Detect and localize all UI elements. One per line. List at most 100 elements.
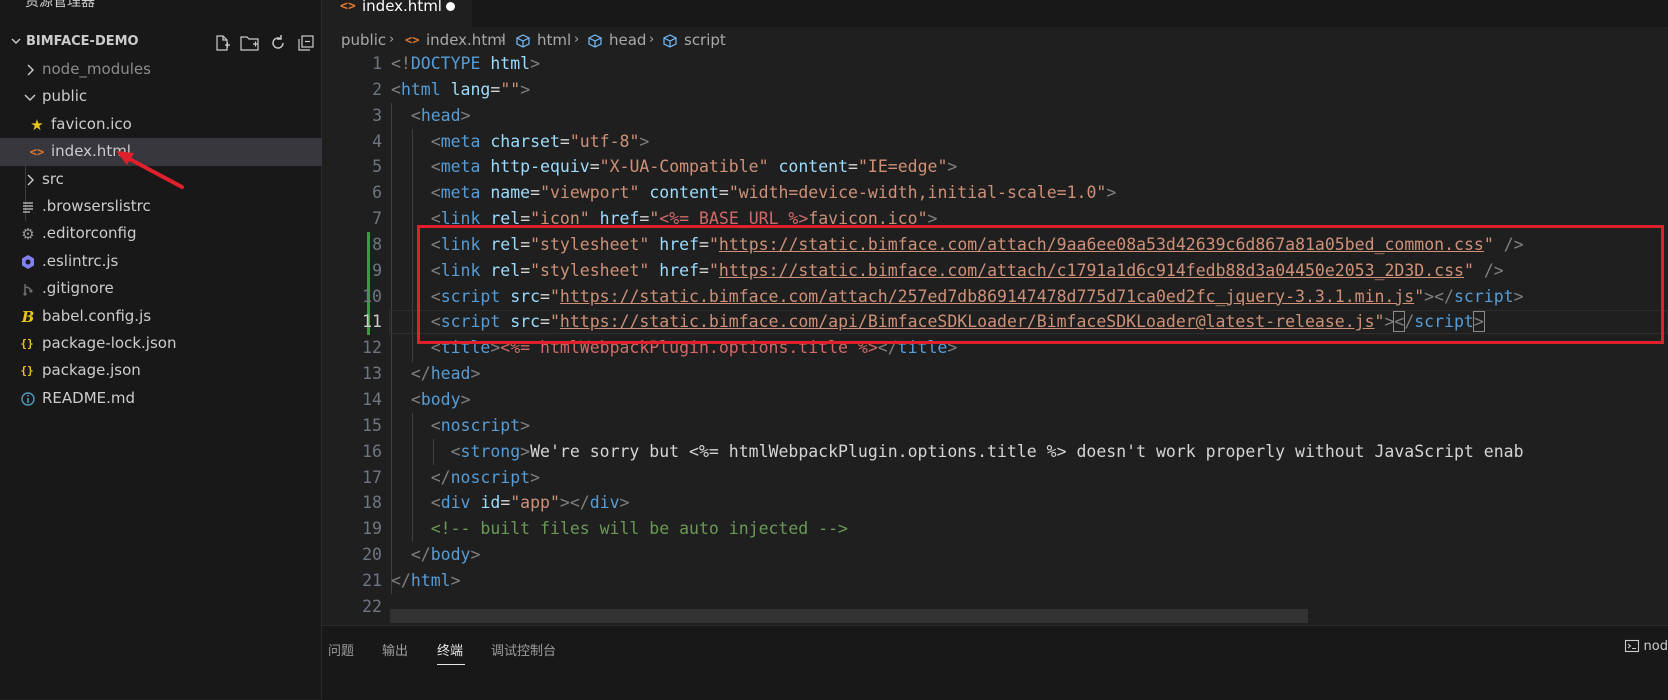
line-number: 10 [362, 286, 382, 306]
tree-item-label: public [42, 87, 88, 106]
line-number: 7 [372, 209, 382, 229]
tree-item-label: src [42, 169, 64, 188]
line-number: 5 [372, 157, 382, 177]
code-token: div [440, 493, 471, 513]
symbol-element-icon [588, 34, 602, 48]
code-token: meta [440, 131, 481, 151]
terminal-selector[interactable]: nod [1624, 638, 1668, 654]
eslint-icon [22, 254, 34, 269]
breadcrumb-public[interactable]: public [341, 31, 386, 49]
breadcrumb-index-html[interactable]: index.html [426, 31, 506, 49]
chevron-down-icon [24, 94, 36, 102]
code-token: We're sorry but [530, 441, 690, 461]
line-number: 1 [372, 54, 382, 73]
line-number: 12 [362, 338, 382, 358]
tab-problems[interactable]: 问题 [328, 640, 354, 659]
line-number: 8 [372, 234, 382, 254]
project-section-header[interactable]: BIMFACE-DEMO [0, 30, 322, 56]
chevron-down-icon [11, 38, 21, 44]
code-token: div [589, 493, 620, 513]
html-file-icon: <> [340, 0, 356, 14]
code-line: 21 </html> [322, 568, 1668, 594]
new-folder-icon[interactable] [240, 33, 260, 53]
code-token: "app" [510, 493, 560, 513]
unsaved-dot-icon[interactable] [446, 2, 455, 11]
html-file-icon: <> [405, 33, 420, 47]
chevron-right-icon: › [500, 32, 506, 47]
code-token: body [430, 545, 471, 565]
tree-item-node-modules[interactable]: node_modules [0, 56, 322, 83]
editor-tab-bar: <> index.html [322, 0, 1668, 27]
line-number: 14 [362, 389, 382, 409]
code-line: 5 <meta http-equiv="X-UA-Compatible" con… [322, 154, 1668, 180]
tree-item-public[interactable]: public [0, 83, 322, 110]
code-line: 18 <div id="app"></div> [322, 490, 1668, 516]
json-icon: {} [20, 364, 34, 378]
annotation-arrow [116, 151, 184, 189]
tree-item-package-json[interactable]: {} package.json [0, 357, 322, 384]
line-number: 4 [372, 131, 382, 151]
code-token: doesn't work properly without JavaScript… [1066, 441, 1524, 461]
new-file-icon[interactable] [212, 33, 232, 53]
code-token: noscript [440, 415, 521, 435]
breadcrumb-head[interactable]: head [609, 31, 646, 49]
star-icon: ★ [30, 115, 44, 134]
code-line: 4 <meta charset="utf-8"> [322, 129, 1668, 155]
tab-debug-console[interactable]: 调试控制台 [491, 640, 556, 659]
explorer-header: 资源管理器 ··· [0, 0, 322, 13]
line-number: 21 [362, 570, 382, 590]
project-name: BIMFACE-DEMO [26, 34, 139, 49]
code-token: strong [460, 441, 521, 461]
line-number: 13 [362, 364, 382, 384]
code-token: charset [490, 131, 560, 151]
code-token: meta [440, 183, 481, 203]
active-tab-indicator [437, 664, 465, 665]
code-token: "IE=edge" [857, 157, 948, 177]
tree-item-readme[interactable]: README.md [0, 385, 322, 412]
more-actions-icon[interactable]: ··· [282, 0, 302, 6]
code-comment: <!-- built files will be auto injected -… [430, 519, 848, 539]
symbol-element-icon [663, 34, 677, 48]
code-line: 20 </body> [322, 542, 1668, 568]
tree-item-favicon[interactable]: ★ favicon.ico [0, 111, 322, 138]
tree-item-label: favicon.ico [51, 114, 132, 133]
tree-item-label: node_modules [42, 60, 151, 78]
code-line: 3 <head> [322, 103, 1668, 129]
tab-terminal[interactable]: 终端 [437, 640, 463, 659]
code-token: "X-UA-Compatible" [599, 157, 769, 177]
code-token: html [400, 79, 441, 99]
chevron-right-icon: › [574, 32, 580, 47]
code-line: 16 <strong>We're sorry but <%= htmlWebpa… [322, 439, 1668, 465]
tree-item-label: package.json [42, 361, 141, 380]
line-number: 16 [362, 441, 382, 461]
code-token: noscript [450, 467, 531, 487]
tab-index-html[interactable]: <> index.html [322, 0, 472, 27]
refresh-icon[interactable] [268, 33, 288, 53]
breadcrumb-script[interactable]: script [684, 31, 726, 49]
code-token: "utf-8" [569, 131, 640, 151]
terminal-name: nod [1643, 638, 1668, 654]
code-token: html [490, 54, 531, 73]
breadcrumb-html[interactable]: html [537, 31, 571, 49]
code-token: name [490, 183, 531, 203]
symbol-element-icon [516, 34, 530, 48]
code-token: lang [450, 79, 491, 99]
collapse-all-icon[interactable] [296, 33, 316, 53]
code-token: http-equiv [490, 157, 590, 177]
code-line: 19 <!-- built files will be auto injecte… [322, 516, 1668, 542]
gear-icon: ⚙ [21, 225, 35, 244]
code-token: content [649, 183, 719, 203]
line-number: 22 [362, 596, 382, 616]
tab-output[interactable]: 输出 [382, 640, 408, 659]
code-token: DOCTYPE [410, 54, 481, 73]
horizontal-scrollbar[interactable] [390, 609, 1308, 623]
code-token: head [420, 105, 461, 125]
code-line: 17 </noscript> [322, 465, 1668, 491]
code-token: html [410, 570, 451, 590]
html-file-icon: <> [29, 145, 45, 160]
line-number: 18 [362, 493, 382, 513]
line-number: 20 [362, 545, 382, 565]
git-icon [23, 284, 33, 296]
explorer-title: 资源管理器 [25, 0, 95, 10]
code-token: "" [500, 79, 521, 99]
